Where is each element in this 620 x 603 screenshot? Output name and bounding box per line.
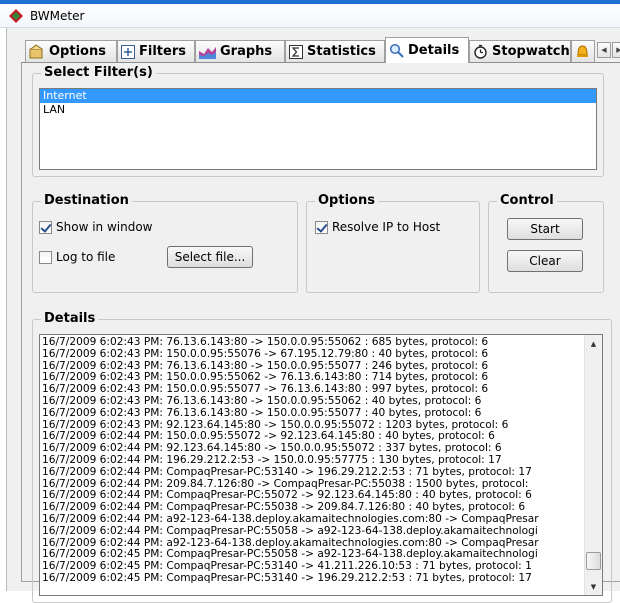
destination-title: Destination	[41, 193, 132, 208]
log-line: 16/7/2009 6:02:43 PM: 76.13.6.143:80 -> …	[42, 407, 482, 419]
tab-strip: Options Filters Graphs Statistics Detail…	[25, 37, 620, 63]
vertical-scrollbar[interactable]: ▲ ▼	[584, 335, 602, 595]
log-to-file-checkbox[interactable]: Log to file	[39, 250, 115, 264]
log-line: 16/7/2009 6:02:43 PM: 76.13.6.143:80 -> …	[42, 360, 489, 372]
window-title: BWMeter	[30, 9, 85, 23]
log-line: 16/7/2009 6:02:43 PM: 76.13.6.143:80 -> …	[42, 395, 482, 407]
start-button[interactable]: Start	[507, 218, 583, 240]
checkbox-box[interactable]	[315, 220, 328, 234]
select-file-button[interactable]: Select file...	[167, 246, 253, 268]
details-group: Details 16/7/2009 6:02:43 PM: 76.13.6.14…	[32, 311, 612, 603]
tab-alarms[interactable]	[571, 40, 595, 62]
tab-options[interactable]: Options	[25, 40, 117, 62]
log-line: 16/7/2009 6:02:44 PM: CompaqPresar-PC:55…	[42, 502, 526, 514]
graphs-icon	[199, 46, 216, 59]
tab-details[interactable]: Details	[385, 37, 469, 63]
details-title: Details	[41, 311, 99, 326]
select-filters-title: Select Filter(s)	[41, 65, 156, 80]
log-line: 16/7/2009 6:02:44 PM: CompaqPresar-PC:55…	[42, 490, 532, 502]
log-line: 16/7/2009 6:02:44 PM: 196.29.212.2:53 ->…	[42, 454, 502, 466]
tab-label: Stopwatch	[492, 44, 570, 59]
log-line: 16/7/2009 6:02:44 PM: 150.0.0.95:55072 -…	[42, 431, 495, 443]
log-line: 16/7/2009 6:02:43 PM: 150.0.0.95:55077 -…	[42, 384, 489, 396]
log-line: 16/7/2009 6:02:44 PM: CompaqPresar-PC:55…	[42, 525, 538, 537]
show-in-window-checkbox[interactable]: Show in window	[39, 220, 152, 234]
arrow-down-icon: ▼	[590, 582, 597, 591]
destination-group: Destination Show in window Log to file S…	[32, 193, 298, 293]
log-line: 16/7/2009 6:02:44 PM: a92-123-64-138.dep…	[42, 513, 539, 525]
log-line: 16/7/2009 6:02:43 PM: 76.13.6.143:80 -> …	[42, 337, 489, 348]
log-line: 16/7/2009 6:02:45 PM: CompaqPresar-PC:53…	[42, 572, 532, 584]
log-lines: 16/7/2009 6:02:43 PM: 76.13.6.143:80 -> …	[42, 337, 583, 585]
tab-label: Graphs	[220, 44, 273, 59]
log-line: 16/7/2009 6:02:43 PM: 150.0.0.95:55062 -…	[42, 372, 489, 384]
main-window: Options Filters Graphs Statistics Detail…	[6, 28, 620, 603]
tab-graphs[interactable]: Graphs	[195, 40, 285, 62]
bwmeter-app-icon	[9, 9, 23, 23]
tab-label: Filters	[139, 44, 186, 59]
tab-label: Options	[49, 44, 106, 59]
options-icon	[29, 43, 43, 58]
clear-button[interactable]: Clear	[507, 250, 583, 272]
tab-scroll-left-button[interactable]: ◀	[597, 42, 611, 58]
checkbox-label: Log to file	[56, 250, 116, 264]
log-line: 16/7/2009 6:02:43 PM: 150.0.0.95:55076 -…	[42, 348, 489, 360]
tab-statistics[interactable]: Statistics	[285, 40, 385, 62]
scroll-up-button[interactable]: ▲	[585, 335, 602, 352]
checkbox-box[interactable]	[39, 220, 52, 234]
checkbox-label: Show in window	[56, 220, 153, 234]
log-line: 16/7/2009 6:02:44 PM: a92-123-64-138.dep…	[42, 537, 539, 549]
arrow-right-icon: ▶	[616, 46, 620, 54]
arrow-up-icon: ▲	[590, 339, 597, 348]
log-line: 16/7/2009 6:02:45 PM: CompaqPresar-PC:55…	[42, 549, 538, 561]
details-panel: Select Filter(s) Internet LAN Destinatio…	[21, 62, 620, 603]
control-group: Control Start Clear	[488, 193, 604, 293]
details-log-box[interactable]: 16/7/2009 6:02:43 PM: 76.13.6.143:80 -> …	[39, 334, 603, 596]
checkbox-label: Resolve IP to Host	[332, 220, 441, 234]
scroll-down-button[interactable]: ▼	[585, 578, 602, 595]
resolve-ip-checkbox[interactable]: Resolve IP to Host	[315, 220, 440, 234]
options-group: Options Resolve IP to Host	[306, 193, 480, 293]
alarm-bell-icon	[577, 45, 588, 57]
log-line: 16/7/2009 6:02:44 PM: 209.84.7.126:80 ->…	[42, 478, 529, 490]
search-icon	[389, 43, 404, 58]
log-line: 16/7/2009 6:02:43 PM: 92.123.64.145:80 -…	[42, 419, 509, 431]
checkbox-box[interactable]	[39, 250, 52, 264]
filters-icon	[121, 44, 135, 59]
stopwatch-icon	[474, 44, 487, 59]
select-filters-group: Select Filter(s) Internet LAN	[32, 65, 604, 177]
options-title: Options	[315, 193, 378, 208]
filter-listbox[interactable]: Internet LAN	[39, 88, 597, 170]
tab-filters[interactable]: Filters	[117, 40, 195, 62]
log-line: 16/7/2009 6:02:45 PM: CompaqPresar-PC:53…	[42, 561, 532, 573]
list-item[interactable]: LAN	[40, 103, 596, 117]
tab-label: Details	[408, 43, 460, 58]
statistics-icon	[289, 44, 303, 59]
arrow-left-icon: ◀	[601, 46, 607, 54]
tab-label: Statistics	[307, 44, 376, 59]
scrollbar-thumb[interactable]	[586, 552, 601, 570]
title-bar[interactable]: BWMeter	[0, 4, 620, 28]
tab-stopwatch[interactable]: Stopwatch	[469, 40, 571, 62]
tab-scroll-right-button[interactable]: ▶	[612, 42, 620, 58]
log-line: 16/7/2009 6:02:44 PM: CompaqPresar-PC:53…	[42, 466, 532, 478]
list-item[interactable]: Internet	[40, 89, 596, 103]
log-line: 16/7/2009 6:02:44 PM: 92.123.64.145:80 -…	[42, 443, 502, 455]
control-title: Control	[497, 193, 557, 208]
